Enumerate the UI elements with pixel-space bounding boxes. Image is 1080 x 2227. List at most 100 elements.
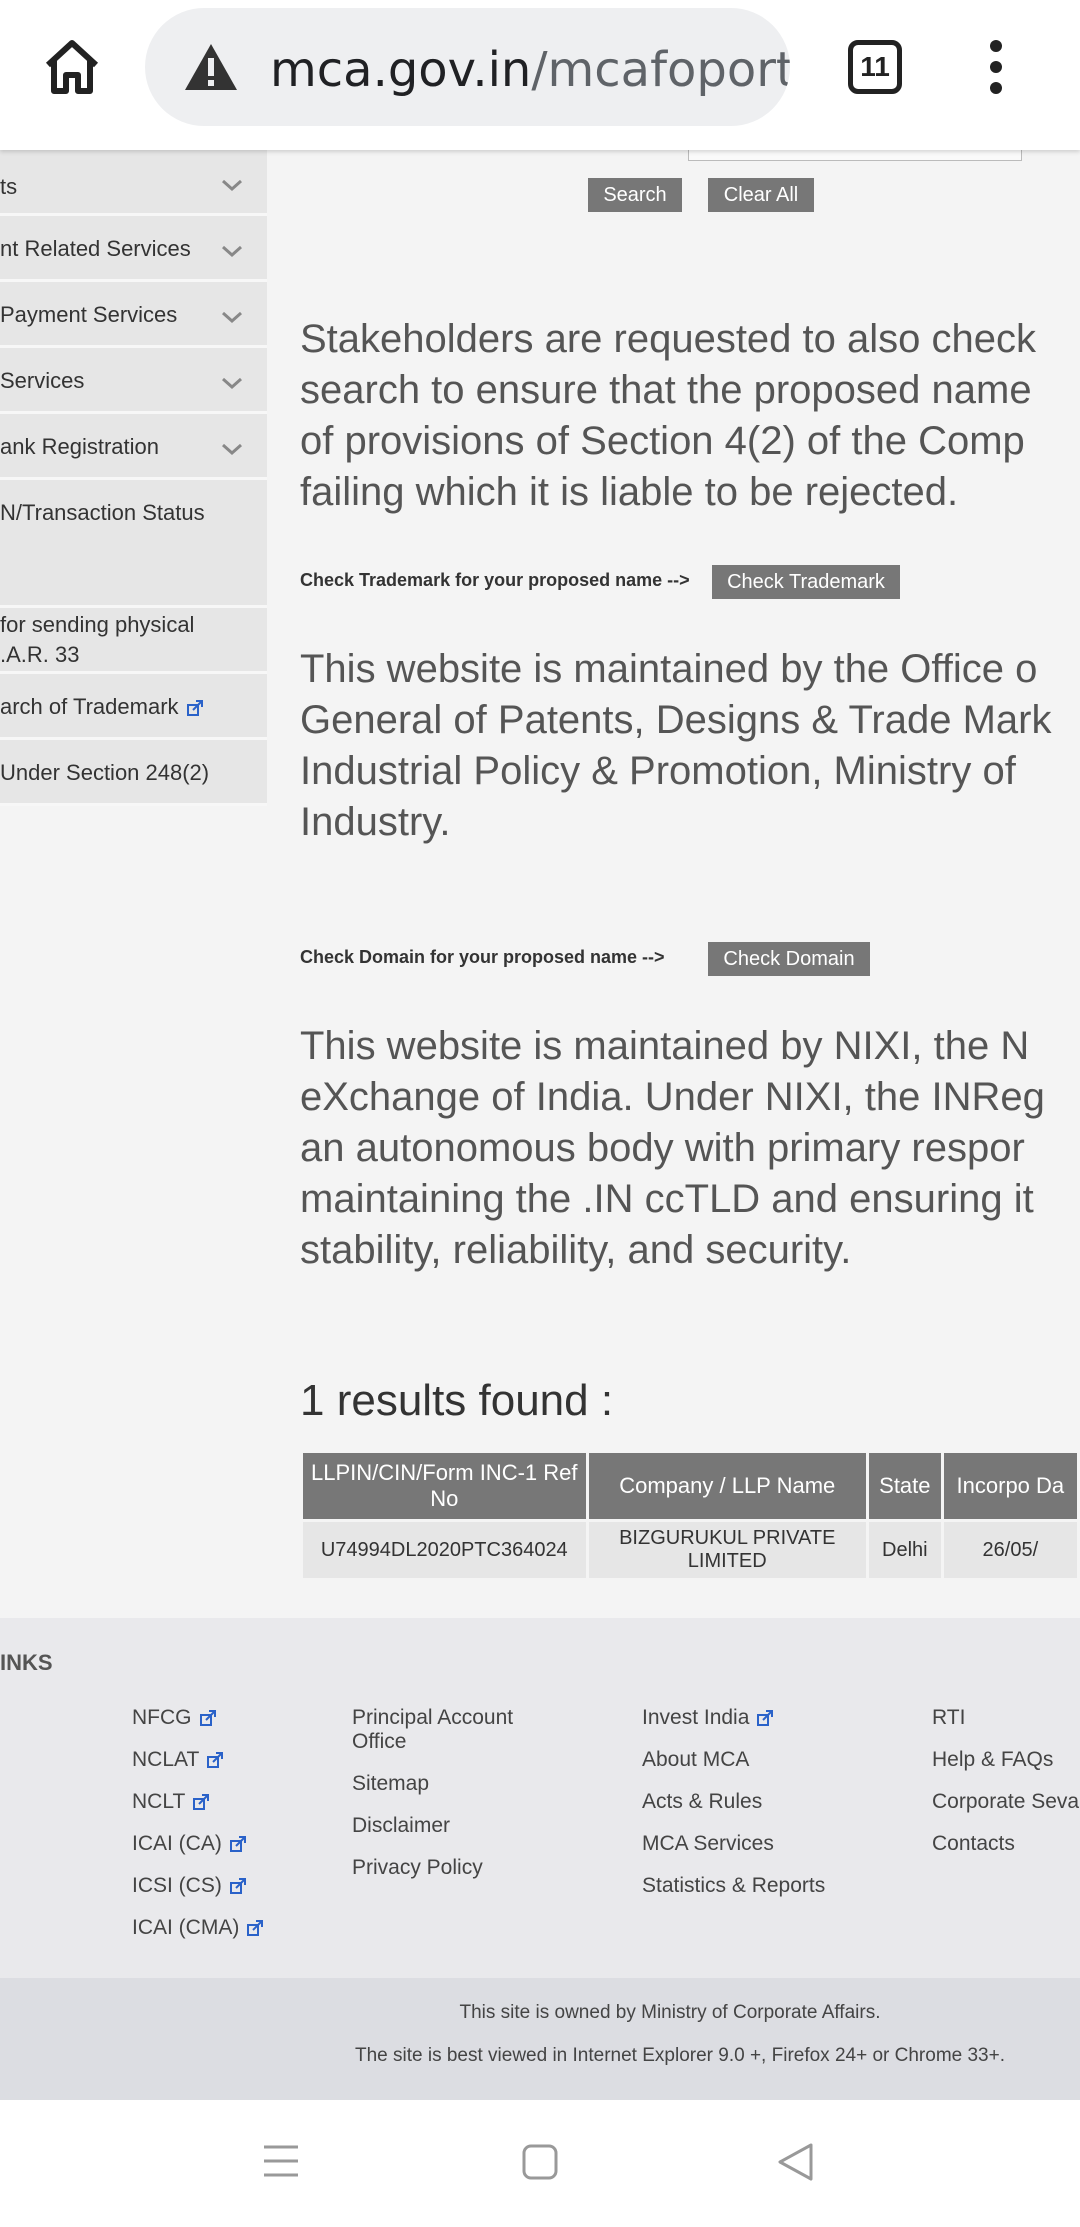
footer-link-corporate-seva[interactable]: Corporate Seva bbox=[932, 1790, 1079, 1814]
home-nav-icon[interactable] bbox=[522, 2144, 558, 2180]
footer-col-office: Principal Account Office Sitemap Disclai… bbox=[352, 1706, 552, 1898]
chevron-down-icon bbox=[222, 245, 242, 258]
sidebar-item-label: ank Registration bbox=[0, 434, 159, 459]
results-table: LLPIN/CIN/Form INC-1 Ref No Company / LL… bbox=[300, 1450, 1080, 1581]
external-link-icon bbox=[229, 1878, 246, 1895]
sidebar-item-6[interactable]: for sending physical .A.R. 33 bbox=[0, 608, 267, 674]
chevron-down-icon bbox=[222, 377, 242, 390]
footer-link-nfcg[interactable]: NFCG bbox=[132, 1706, 263, 1730]
chevron-down-icon bbox=[222, 311, 242, 324]
column-header: Company / LLP Name bbox=[588, 1453, 866, 1519]
external-link-icon bbox=[199, 1710, 216, 1727]
ownership-text: This site is owned by Ministry of Corpor… bbox=[459, 2002, 881, 2023]
domain-maintained-notice: This website is maintained by NIXI, the … bbox=[300, 1024, 1045, 1272]
url-domain: mca.gov.in bbox=[270, 42, 532, 98]
url-path: /mcafoporta bbox=[531, 42, 790, 98]
footer-link-icai-cma[interactable]: ICAI (CMA) bbox=[132, 1916, 264, 1940]
clear-all-button[interactable]: Clear All bbox=[708, 178, 814, 212]
footer-col-external: NFCG NCLAT NCLT ICAI (CA) ICSI (CS) ICAI… bbox=[132, 1706, 264, 1958]
back-icon[interactable] bbox=[776, 2142, 814, 2182]
external-link-icon bbox=[186, 700, 203, 717]
table-cell-cin[interactable]: U74994DL2020PTC364024 bbox=[303, 1522, 586, 1578]
footer-link-label: ICSI (CS) bbox=[132, 1874, 222, 1897]
browser-support-text: The site is best viewed in Internet Expl… bbox=[354, 2045, 1006, 2066]
footer-link-nclat[interactable]: NCLAT bbox=[132, 1748, 263, 1772]
footer-link-label: NCLAT bbox=[132, 1748, 200, 1771]
sidebar-item-label: ts bbox=[0, 174, 18, 199]
sidebar-item-8[interactable]: Under Section 248(2) bbox=[0, 740, 267, 806]
footer-link-icai-ca[interactable]: ICAI (CA) bbox=[132, 1832, 263, 1856]
table-header-row: LLPIN/CIN/Form INC-1 Ref No Company / LL… bbox=[303, 1453, 1077, 1519]
table-cell-state: Delhi bbox=[868, 1522, 941, 1578]
footer-col-help: RTI Help & FAQs Corporate Seva Contacts bbox=[932, 1706, 1079, 1874]
footer-link-mca-services[interactable]: MCA Services bbox=[642, 1832, 825, 1856]
footer-link-privacy-policy[interactable]: Privacy Policy bbox=[352, 1856, 552, 1880]
footer-link-rti[interactable]: RTI bbox=[932, 1706, 1079, 1730]
sidebar-item-label: arch of Trademark bbox=[0, 694, 179, 719]
footer-col-mca: Invest India About MCA Acts & Rules MCA … bbox=[642, 1706, 825, 1916]
check-trademark-button[interactable]: Check Trademark bbox=[712, 565, 900, 599]
table-cell-date: 26/05/ bbox=[943, 1522, 1077, 1578]
warning-icon[interactable] bbox=[183, 42, 239, 92]
external-link-icon bbox=[247, 1920, 264, 1937]
search-button[interactable]: Search bbox=[588, 178, 682, 212]
address-bar[interactable]: mca.gov.in/mcafoporta bbox=[145, 8, 790, 126]
tab-switcher-button[interactable]: 11 bbox=[848, 40, 902, 94]
sidebar-item-3[interactable]: Services bbox=[0, 348, 267, 414]
footer-link-icsi-cs[interactable]: ICSI (CS) bbox=[132, 1874, 263, 1898]
sidebar-item-4[interactable]: ank Registration bbox=[0, 414, 267, 480]
sidebar-item-5[interactable]: N/Transaction Status bbox=[0, 480, 267, 608]
external-link-icon bbox=[207, 1752, 224, 1769]
sidebar-item-label: N/Transaction Status bbox=[0, 500, 205, 525]
footer-link-acts-rules[interactable]: Acts & Rules bbox=[642, 1790, 825, 1814]
sidebar-item-2[interactable]: Payment Services bbox=[0, 282, 267, 348]
check-domain-button[interactable]: Check Domain bbox=[708, 942, 870, 976]
footer-link-sitemap[interactable]: Sitemap bbox=[352, 1772, 552, 1796]
sidebar-item-label: nt Related Services bbox=[0, 236, 191, 261]
footer-link-label: ICAI (CMA) bbox=[132, 1916, 240, 1939]
column-header: State bbox=[868, 1453, 941, 1519]
url-text[interactable]: mca.gov.in/mcafoporta bbox=[270, 42, 790, 98]
trademark-label: Check Trademark for your proposed name -… bbox=[300, 570, 690, 590]
footer-link-contacts[interactable]: Contacts bbox=[932, 1832, 1079, 1856]
sidebar-item-label: Services bbox=[0, 368, 85, 393]
footer: INKS NFCG NCLAT NCLT ICAI (CA) ICSI (CS)… bbox=[0, 1618, 1080, 1978]
results-summary: 1 results found : bbox=[300, 1376, 614, 1425]
sidebar-item-7[interactable]: arch of Trademark bbox=[0, 674, 267, 740]
browser-toolbar: mca.gov.in/mcafoporta 11 bbox=[0, 0, 1080, 150]
more-menu-icon[interactable] bbox=[980, 40, 1012, 94]
home-icon[interactable] bbox=[40, 35, 104, 99]
trademark-maintained-notice: This website is maintained by the Office… bbox=[300, 647, 1052, 844]
footer-link-label: NCLT bbox=[132, 1790, 186, 1813]
footer-link-about-mca[interactable]: About MCA bbox=[642, 1748, 825, 1772]
chevron-down-icon bbox=[222, 179, 242, 192]
system-navigation-bar bbox=[0, 2100, 1080, 2227]
footer-link-help-faqs[interactable]: Help & FAQs bbox=[932, 1748, 1079, 1772]
sidebar-item-link: arch of Trademark bbox=[0, 692, 203, 722]
footer-bottom-band: This site is owned by Ministry of Corpor… bbox=[0, 1978, 1080, 2100]
sidebar-item-1[interactable]: nt Related Services bbox=[0, 216, 267, 282]
footer-link-label: Invest India bbox=[642, 1706, 750, 1729]
column-header: Incorpo Da bbox=[943, 1453, 1077, 1519]
stakeholder-notice: Stakeholders are requested to also check… bbox=[300, 317, 1036, 514]
footer-link-label: ICAI (CA) bbox=[132, 1832, 222, 1855]
table-cell-company: BIZGURUKUL PRIVATE LIMITED bbox=[588, 1522, 866, 1578]
external-link-icon bbox=[193, 1794, 210, 1811]
footer-link-disclaimer[interactable]: Disclaimer bbox=[352, 1814, 552, 1838]
external-link-icon bbox=[757, 1710, 774, 1727]
footer-title: INKS bbox=[0, 1650, 53, 1675]
footer-link-invest-india[interactable]: Invest India bbox=[642, 1706, 825, 1730]
sidebar-item-label: Under Section 248(2) bbox=[0, 760, 210, 785]
footer-link-statistics-reports[interactable]: Statistics & Reports bbox=[642, 1874, 825, 1898]
footer-link-label: NFCG bbox=[132, 1706, 192, 1729]
external-link-icon bbox=[229, 1836, 246, 1853]
recent-apps-icon[interactable] bbox=[262, 2144, 300, 2178]
sidebar: ts nt Related Services Payment Services … bbox=[0, 150, 267, 806]
sidebar-item-label: for sending physical .A.R. 33 bbox=[0, 612, 195, 667]
footer-link-principal-account-office[interactable]: Principal Account Office bbox=[352, 1706, 552, 1754]
footer-link-nclt[interactable]: NCLT bbox=[132, 1790, 263, 1814]
chevron-down-icon bbox=[222, 443, 242, 456]
domain-label: Check Domain for your proposed name --> bbox=[300, 947, 665, 967]
table-row[interactable]: U74994DL2020PTC364024 BIZGURUKUL PRIVATE… bbox=[303, 1522, 1077, 1578]
sidebar-item-0[interactable]: ts bbox=[0, 150, 267, 216]
